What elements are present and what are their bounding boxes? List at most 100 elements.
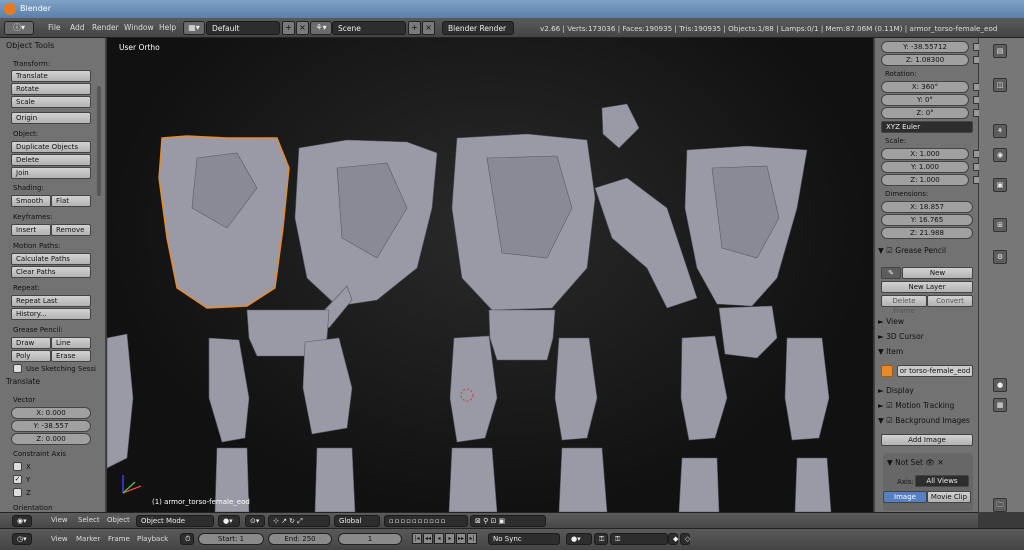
layers-grid[interactable]: ▫▫▫▫▫▫▫▫▫▫ <box>384 515 468 527</box>
rotation-x-field[interactable]: X: 360° <box>881 81 969 93</box>
editor-type-icon[interactable]: ◉▾ <box>12 515 32 527</box>
modifiers-icon[interactable]: ⚙ <box>993 250 1007 264</box>
item-panel-header[interactable]: ▼ Item <box>878 347 976 356</box>
menu-help[interactable]: Help <box>159 23 176 32</box>
bg-image-header[interactable]: ▼ Not Set 👁 ✕ <box>887 458 985 467</box>
scale-button[interactable]: Scale <box>11 96 91 108</box>
editor-type-icon[interactable]: ▤ <box>993 44 1007 58</box>
vector-z-field[interactable]: Z: 0.000 <box>11 433 91 445</box>
axis-select[interactable]: All Views <box>915 475 969 487</box>
translate-operator-title[interactable]: Translate <box>6 377 40 386</box>
scene-icon[interactable]: ⚘▾ <box>310 21 332 35</box>
dimension-x-field[interactable]: X: 18.857 <box>881 201 973 213</box>
scale-x-field[interactable]: X: 1.000 <box>881 148 969 160</box>
keying-set-field[interactable]: ⚿ <box>610 533 668 545</box>
delete-key-button[interactable]: ◇ <box>680 533 690 545</box>
menu-timeline-view[interactable]: View <box>51 535 68 543</box>
menu-file[interactable]: File <box>48 23 61 32</box>
menu-object[interactable]: Object <box>107 516 130 524</box>
orientation-select[interactable]: Global <box>334 515 380 527</box>
camera-icon[interactable]: ◫ <box>993 78 1007 92</box>
constraint-y-checkbox[interactable]: ✓ <box>13 475 22 484</box>
duplicate-objects-button[interactable]: Duplicate Objects <box>11 141 91 153</box>
editor-type-icon[interactable]: ◷▾ <box>12 533 32 545</box>
screen-layout-select[interactable]: Default <box>206 21 280 35</box>
add-screen-button[interactable]: + <box>282 21 295 35</box>
scene-select[interactable]: Scene <box>332 21 406 35</box>
texture-icon[interactable]: ▦ <box>993 398 1007 412</box>
menu-render[interactable]: Render <box>92 23 119 32</box>
add-image-button[interactable]: Add Image <box>881 434 973 446</box>
preview-range-icon[interactable]: ⏱ <box>180 533 194 545</box>
play-reverse-button[interactable]: ◂ <box>434 533 444 544</box>
manipulator-toggles[interactable]: ⊹ ↗ ↻ ⤢ <box>268 515 330 527</box>
add-scene-button[interactable]: + <box>408 21 421 35</box>
object-name-field[interactable]: or torso-female_eod <box>897 365 973 377</box>
start-frame-field[interactable]: Start: 1 <box>198 533 264 545</box>
close-icon[interactable]: ✕ <box>937 458 943 467</box>
menu-select[interactable]: Select <box>78 516 100 524</box>
end-frame-field[interactable]: End: 250 <box>268 533 332 545</box>
gp-delete-frame-button[interactable]: Delete Frame <box>881 295 927 315</box>
motion-tracking-panel-header[interactable]: ► ☑ Motion Tracking <box>878 401 976 410</box>
history-button[interactable]: History... <box>11 308 91 320</box>
jump-end-button[interactable]: ▸| <box>467 533 477 544</box>
pivot-select[interactable]: ⊙▾ <box>245 515 265 527</box>
jump-start-button[interactable]: |◂ <box>412 533 422 544</box>
gp-new-layer-button[interactable]: New Layer <box>881 281 973 293</box>
keying-icon[interactable]: ●▾ <box>566 533 592 545</box>
movie-clip-tab[interactable]: Movie Clip <box>927 491 971 503</box>
dimension-y-field[interactable]: Y: 16.765 <box>881 214 973 226</box>
gp-draw-button[interactable]: Draw <box>11 337 51 349</box>
scale-z-field[interactable]: Z: 1.000 <box>881 174 969 186</box>
insert-key-button[interactable]: ◆ <box>668 533 678 545</box>
view-panel-header[interactable]: ► View <box>878 317 976 326</box>
menu-add[interactable]: Add <box>70 23 85 32</box>
join-button[interactable]: Join <box>11 167 91 179</box>
rotation-mode-select[interactable]: XYZ Euler <box>881 121 973 133</box>
remove-screen-button[interactable]: × <box>296 21 309 35</box>
remove-scene-button[interactable]: × <box>422 21 435 35</box>
next-keyframe-button[interactable]: ▸▸ <box>456 533 466 544</box>
vector-x-field[interactable]: X: 0.000 <box>11 407 91 419</box>
grease-pencil-icon[interactable]: ✎ <box>881 267 901 279</box>
render-engine-select[interactable]: Blender Render <box>442 21 514 35</box>
3d-viewport[interactable]: User Ortho (1) armor_torso-female_eod <box>107 38 873 512</box>
snap-tools[interactable]: ⊠ ⚲ ⊡ ▣ <box>470 515 546 527</box>
prev-keyframe-button[interactable]: ◂◂ <box>423 533 433 544</box>
key-icon[interactable]: ⚿ <box>594 533 608 545</box>
clear-paths-button[interactable]: Clear Paths <box>11 266 91 278</box>
tool-shelf-scrollbar[interactable] <box>97 86 101 196</box>
image-tab[interactable]: Image <box>883 491 927 503</box>
eye-icon[interactable]: 👁 <box>925 458 935 467</box>
location-y-field[interactable]: Y: -38.55712 <box>881 41 969 53</box>
dimension-z-field[interactable]: Z: 21.988 <box>881 227 973 239</box>
constraints-icon[interactable]: ⊞ <box>993 218 1007 232</box>
rotation-z-field[interactable]: Z: 0° <box>881 107 969 119</box>
flat-button[interactable]: Flat <box>51 195 91 207</box>
shading-select[interactable]: ●▾ <box>218 515 240 527</box>
smooth-button[interactable]: Smooth <box>11 195 51 207</box>
background-images-panel-header[interactable]: ▼ ☑ Background Images <box>878 416 976 425</box>
play-button[interactable]: ▸ <box>445 533 455 544</box>
repeat-last-button[interactable]: Repeat Last <box>11 295 91 307</box>
remove-keyframe-button[interactable]: Remove <box>51 224 91 236</box>
gp-new-button[interactable]: New <box>902 267 973 279</box>
scene-icon[interactable]: ⚘ <box>993 124 1007 138</box>
constraint-x-checkbox[interactable] <box>13 462 22 471</box>
use-sketching-checkbox[interactable] <box>13 364 22 373</box>
screen-layout-icon[interactable]: ▦▾ <box>183 21 205 35</box>
object-icon[interactable]: ▣ <box>993 178 1007 192</box>
menu-frame[interactable]: Frame <box>108 535 130 543</box>
sync-mode-select[interactable]: No Sync <box>488 533 560 545</box>
gp-convert-button[interactable]: Convert <box>927 295 973 307</box>
material-icon[interactable]: ● <box>993 378 1007 392</box>
gp-poly-button[interactable]: Poly <box>11 350 51 362</box>
object-tools-title[interactable]: Object Tools <box>6 41 54 50</box>
mode-select[interactable]: Object Mode <box>136 515 214 527</box>
rotation-y-field[interactable]: Y: 0° <box>881 94 969 106</box>
delete-button[interactable]: Delete <box>11 154 91 166</box>
file-browser-icon[interactable]: 🗀 <box>993 498 1007 512</box>
gp-erase-button[interactable]: Erase <box>51 350 91 362</box>
current-frame-field[interactable]: 1 <box>338 533 402 545</box>
